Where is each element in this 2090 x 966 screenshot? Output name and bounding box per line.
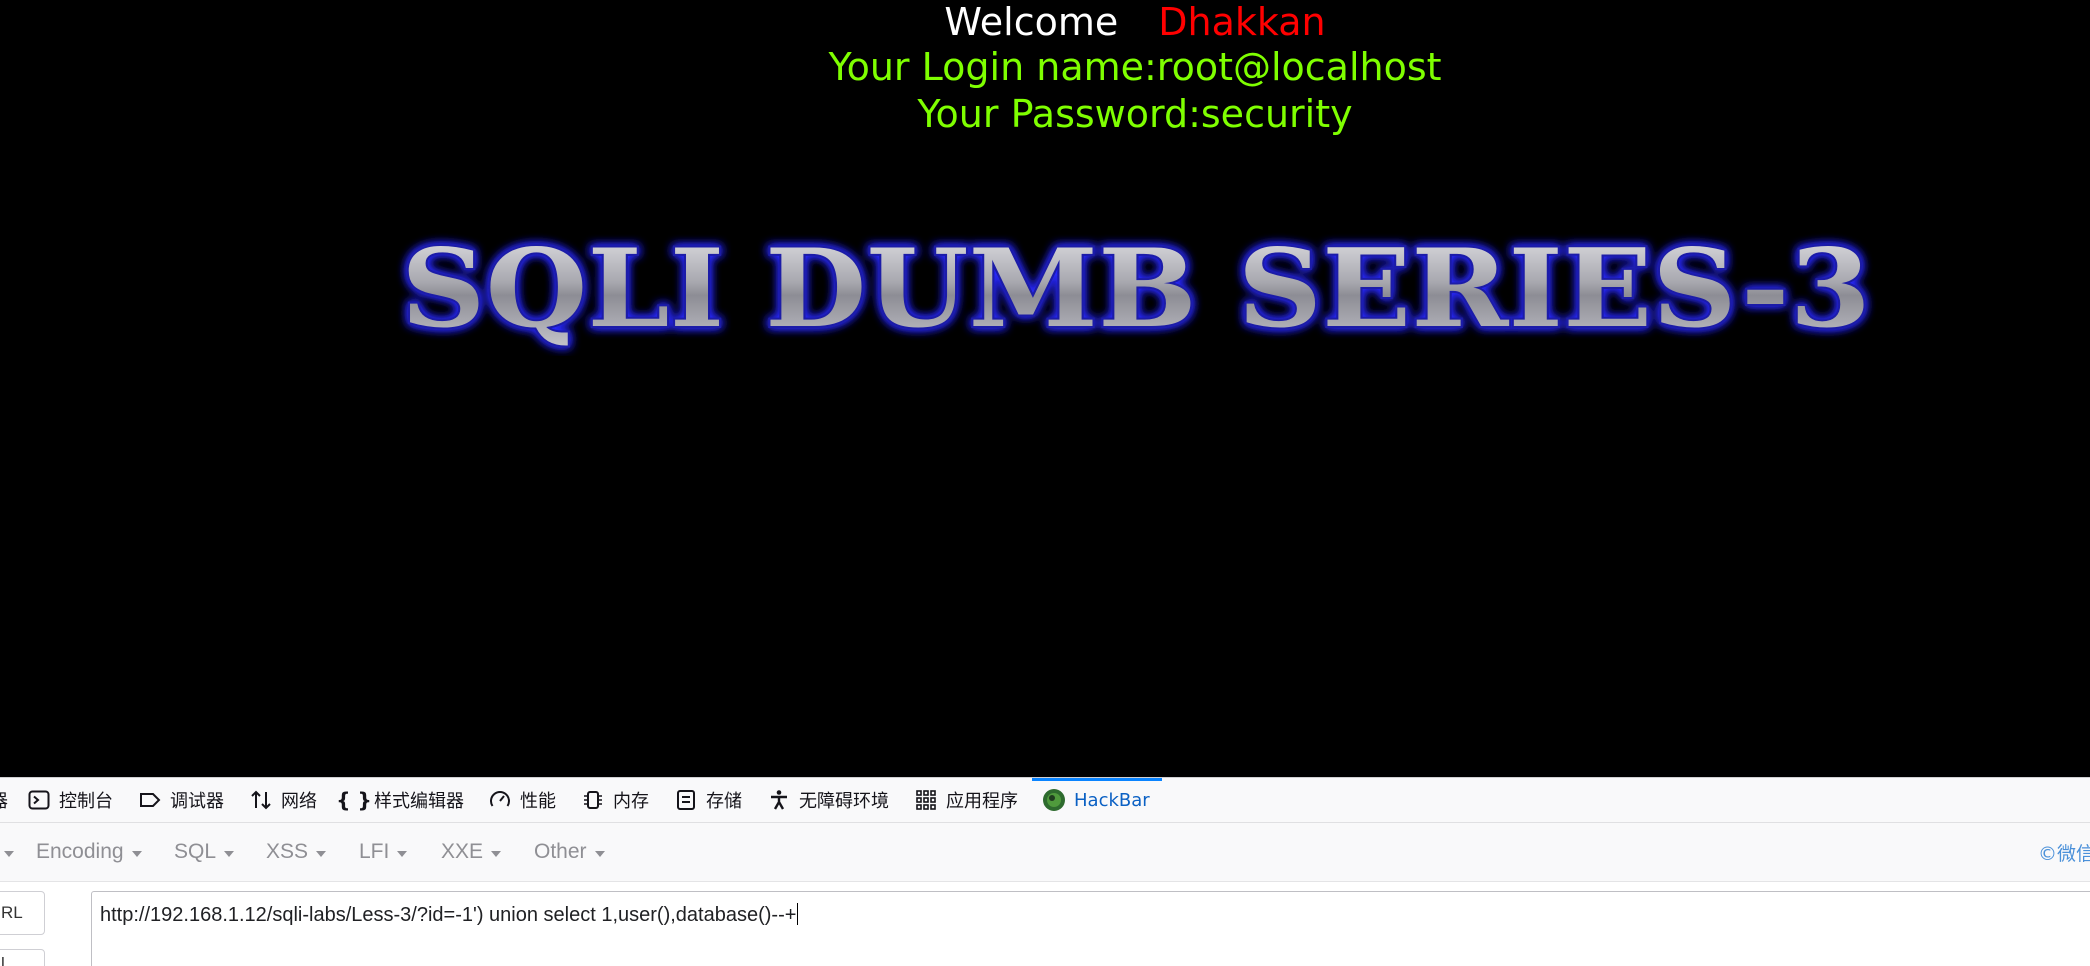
chevron-down-icon [491, 850, 502, 857]
password-line: Your Password:security [917, 92, 1353, 136]
chevron-down-icon [316, 850, 327, 857]
console-icon [27, 788, 51, 812]
tab-performance[interactable]: 性能 [488, 778, 556, 822]
menu-xxe[interactable]: XXE [441, 823, 502, 881]
tab-label: 无障碍环境 [799, 791, 889, 812]
network-icon [249, 788, 273, 812]
tab-label: 网络 [281, 791, 317, 812]
tab-console[interactable]: 控制台 [27, 778, 113, 822]
menu-label: LFI [359, 840, 390, 863]
tab-network[interactable]: 网络 [249, 778, 317, 822]
tab-label: 样式编辑器 [374, 791, 464, 812]
devtools-tab-bar: 器 控制台 调试器 网络 { } [0, 778, 2090, 823]
url-input[interactable]: http://192.168.1.12/sqli-labs/Less-3/?id… [91, 891, 2090, 966]
browser-window: Welcome Dhakkan Your Login name:root@loca… [0, 0, 2090, 966]
series-banner: SQLI DUMB SERIES-3 [399, 226, 1873, 354]
storage-icon [674, 788, 698, 812]
tab-debugger[interactable]: 调试器 [138, 778, 224, 822]
memory-icon [581, 788, 605, 812]
tab-inspector[interactable]: 器 [0, 778, 8, 822]
button-label: RL [1, 903, 23, 922]
tab-storage[interactable]: 存储 [674, 778, 742, 822]
button-label: l [1, 954, 5, 966]
split-url-button[interactable]: l [0, 949, 45, 966]
tab-label: 存储 [706, 791, 742, 812]
chevron-down-icon [397, 850, 408, 857]
tab-application[interactable]: 应用程序 [914, 778, 1018, 822]
username: Dhakkan [1158, 0, 1326, 44]
tab-label: 调试器 [170, 791, 224, 812]
load-url-button[interactable]: RL [0, 891, 45, 935]
hackbar-menu-bar: Encoding SQL XSS LFI XXE Other ©微信 [0, 823, 2090, 882]
menu-xss[interactable]: XSS [266, 823, 327, 881]
welcome-line: Welcome Dhakkan [0, 0, 2090, 44]
tab-accessibility[interactable]: 无障碍环境 [767, 778, 889, 822]
style-editor-icon: { } [336, 788, 372, 812]
url-value: http://192.168.1.12/sqli-labs/Less-3/?id… [100, 904, 797, 926]
text-cursor [797, 903, 799, 925]
chevron-down-icon [224, 850, 235, 857]
menu-sql[interactable]: SQL [174, 823, 235, 881]
copyright-link[interactable]: ©微信 [2038, 823, 2090, 881]
welcome-label: Welcome [944, 0, 1119, 44]
chevron-down-icon [131, 850, 142, 857]
performance-icon [488, 788, 512, 812]
tab-label: HackBar [1074, 789, 1150, 811]
tab-label: 内存 [613, 791, 649, 812]
tab-label: 控制台 [59, 791, 113, 812]
tab-label: 器 [0, 787, 8, 813]
menu-label: XSS [266, 840, 309, 863]
hackbar-icon [1042, 788, 1066, 812]
devtools-panel: 器 控制台 调试器 网络 { } [0, 777, 2090, 966]
web-page: Welcome Dhakkan Your Login name:root@loca… [0, 0, 2090, 777]
debugger-icon [138, 788, 162, 812]
tab-label: 性能 [520, 791, 556, 812]
menu-collapsed-dropdown[interactable] [0, 823, 14, 881]
tab-memory[interactable]: 内存 [581, 778, 649, 822]
login-name-line: Your Login name:root@localhost [828, 45, 1442, 89]
chevron-down-icon [594, 850, 605, 857]
application-icon [914, 788, 938, 812]
tab-style-editor[interactable]: { } 样式编辑器 [336, 778, 464, 822]
menu-lfi[interactable]: LFI [359, 823, 408, 881]
banner-text: SQLI DUMB SERIES-3 [401, 226, 1871, 352]
menu-label: XXE [441, 840, 484, 863]
tab-hackbar[interactable]: HackBar [1032, 778, 1162, 822]
tab-label: 应用程序 [946, 791, 1018, 812]
hackbar-body: RL l http://192.168.1.12/sqli-labs/Less-… [0, 882, 2090, 966]
chevron-down-icon [4, 850, 14, 857]
accessibility-icon [767, 788, 791, 812]
menu-label: Other [534, 840, 587, 863]
menu-encoding[interactable]: Encoding [36, 823, 142, 881]
menu-other[interactable]: Other [534, 823, 605, 881]
menu-label: Encoding [36, 840, 124, 863]
menu-label: SQL [174, 840, 217, 863]
